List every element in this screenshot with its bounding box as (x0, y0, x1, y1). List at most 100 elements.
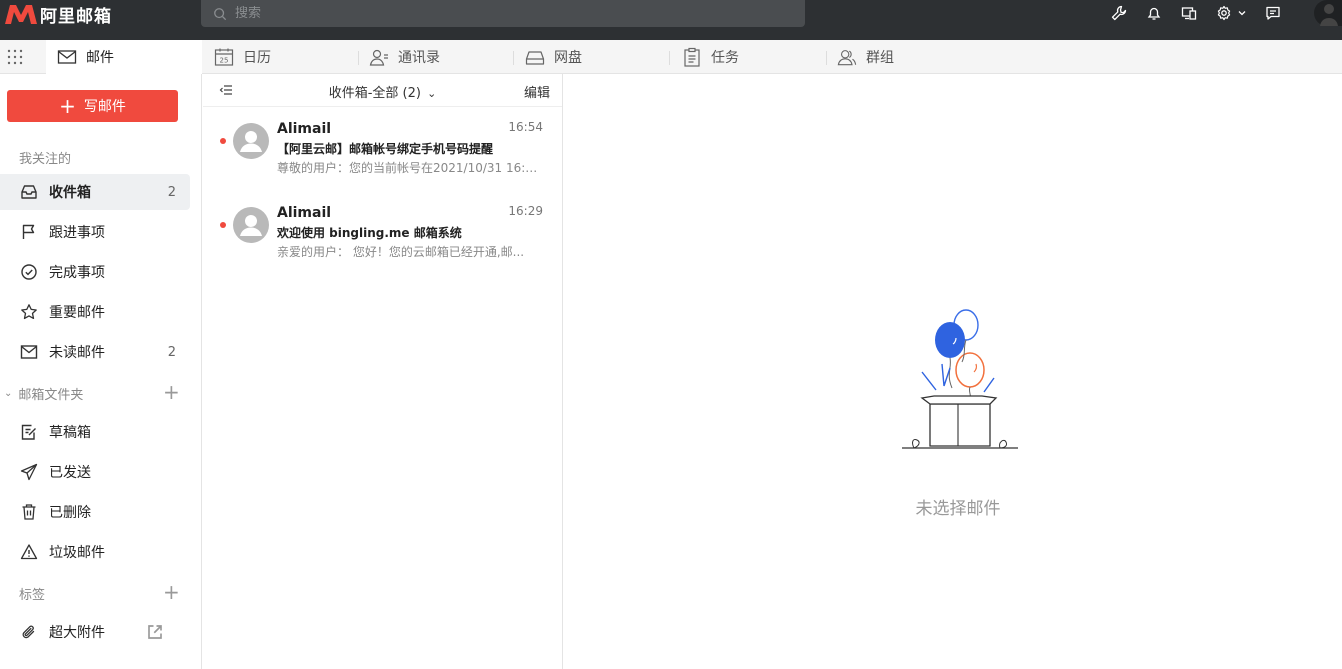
tab-label: 日历 (243, 50, 271, 66)
mail-list-header: 收件箱-全部 (2) ⌄ 编辑 (203, 74, 562, 107)
mail-preview: 亲爱的用户： 您好！您的云邮箱已经开通,邮... (277, 245, 525, 259)
folder-filter-label: 收件箱-全部 (2) (328, 86, 421, 101)
sidebar-item-label: 未读邮件 (49, 345, 105, 361)
mail-subject: 欢迎使用 bingling.me 邮箱系统 (277, 226, 462, 240)
app-logo[interactable]: 阿里邮箱 (4, 3, 112, 27)
wrench-icon[interactable] (1110, 4, 1128, 22)
star-icon (21, 304, 37, 320)
sender-avatar (233, 207, 269, 243)
disk-icon (525, 51, 545, 65)
sidebar-item-label: 已发送 (49, 465, 91, 481)
tab-calendar[interactable]: 25 日历 (214, 40, 271, 74)
sidebar-item-drafts[interactable]: 草稿箱 (0, 414, 190, 450)
user-avatar[interactable] (1314, 0, 1342, 26)
sidebar-item-label: 完成事项 (49, 265, 105, 281)
sidebar-item-inbox[interactable]: 收件箱 2 (0, 174, 190, 210)
sidebar-item-label: 超大附件 (49, 625, 105, 641)
section-heading: 我关注的 (19, 152, 72, 167)
unread-dot (220, 222, 226, 228)
edit-button[interactable]: 编辑 (524, 82, 550, 101)
add-tag-button[interactable]: + (163, 582, 180, 602)
sidebar-item-trash[interactable]: 已删除 (0, 494, 190, 530)
divider (826, 51, 827, 65)
sidebar-item-attachments[interactable]: 超大附件 (0, 614, 190, 650)
mail-list: 收件箱-全部 (2) ⌄ 编辑 Alimail 16:54 【阿里云邮】邮箱帐号… (203, 74, 563, 669)
sidebar-item-label: 重要邮件 (49, 305, 105, 321)
send-icon (20, 463, 38, 481)
sidebar-item-sent[interactable]: 已发送 (0, 454, 190, 490)
sidebar-item-starred[interactable]: 重要邮件 (0, 294, 190, 330)
external-link-icon (148, 625, 162, 639)
mail-item[interactable]: Alimail 16:29 欢迎使用 bingling.me 邮箱系统 亲爱的用… (203, 191, 563, 275)
tab-contacts[interactable]: 通讯录 (369, 40, 440, 74)
sidebar-item-label: 草稿箱 (49, 425, 91, 441)
draft-icon (21, 424, 36, 440)
chat-icon[interactable] (1264, 4, 1282, 22)
reading-pane: 未选择邮件 (564, 74, 1342, 669)
mail-time: 16:54 (508, 120, 543, 134)
tab-groups[interactable]: 群组 (837, 40, 894, 74)
tab-mail[interactable]: 邮件 (46, 40, 202, 74)
sidebar-item-label: 收件箱 (49, 185, 91, 201)
sidebar: + 写邮件 我关注的 收件箱 2 跟进事项 完成事项 重要邮件 未读邮件 2 ⌄… (0, 74, 202, 669)
chevron-down-icon: ⌄ (4, 388, 13, 399)
empty-state-text: 未选择邮件 (915, 499, 1001, 519)
group-icon (837, 50, 857, 66)
tab-label: 群组 (866, 50, 894, 66)
mail-sender: Alimail (277, 205, 332, 221)
sidebar-item-spam[interactable]: 垃圾邮件 (0, 534, 190, 570)
contacts-icon (369, 49, 388, 66)
compose-button[interactable]: + 写邮件 (7, 90, 178, 122)
search-box[interactable] (201, 0, 805, 27)
calendar-day: 25 (220, 57, 229, 65)
sidebar-item-done[interactable]: 完成事项 (0, 254, 190, 290)
unread-count: 2 (167, 344, 176, 360)
sidebar-item-followup[interactable]: 跟进事项 (0, 214, 190, 250)
tab-tasks[interactable]: 任务 (682, 40, 739, 74)
calendar-icon: 25 (214, 48, 234, 66)
envelope-icon (20, 345, 38, 359)
devices-icon[interactable] (1180, 4, 1198, 22)
sidebar-item-label: 已删除 (49, 505, 91, 521)
compose-label: 写邮件 (83, 99, 126, 115)
tab-label: 邮件 (86, 50, 114, 66)
module-nav: 邮件 25 日历 通讯录 网盘 任务 群组 (0, 40, 1342, 74)
section-heading: 标签 (19, 588, 46, 603)
inbox-icon (21, 185, 37, 199)
tab-disk[interactable]: 网盘 (525, 40, 582, 74)
mail-icon (57, 50, 77, 64)
apps-grid-icon[interactable] (7, 49, 23, 65)
check-circle-icon (21, 264, 37, 280)
add-folder-button[interactable]: + (163, 382, 180, 402)
divider (513, 51, 514, 65)
logo-m-icon (5, 5, 37, 24)
trash-icon (22, 504, 36, 520)
sidebar-item-unread[interactable]: 未读邮件 2 (0, 334, 190, 370)
divider (358, 51, 359, 65)
mail-sender: Alimail (277, 121, 332, 137)
balloon-box-illustration (902, 309, 1018, 449)
flag-icon (22, 224, 35, 239)
unread-count: 2 (167, 184, 176, 200)
logo-text: 阿里邮箱 (40, 6, 112, 27)
tab-label: 任务 (711, 50, 739, 66)
sidebar-item-label: 跟进事项 (49, 225, 105, 241)
sidebar-item-label: 垃圾邮件 (49, 545, 105, 561)
plus-icon: + (59, 94, 76, 118)
search-icon (214, 7, 227, 20)
search-input[interactable] (235, 6, 775, 21)
mail-preview: 尊敬的用户：您的当前帐号在2021/10/31 16:5... (277, 161, 539, 175)
tab-label: 通讯录 (398, 50, 440, 66)
tab-label: 网盘 (554, 50, 582, 66)
bell-icon[interactable] (1145, 4, 1163, 22)
folders-toggle[interactable]: ⌄ 邮箱文件夹 (4, 384, 83, 403)
gear-icon[interactable] (1215, 4, 1233, 22)
chevron-down-icon[interactable] (1237, 4, 1247, 22)
warning-icon (20, 544, 38, 560)
sender-avatar (233, 123, 269, 159)
mail-item[interactable]: Alimail 16:54 【阿里云邮】邮箱帐号绑定手机号码提醒 尊敬的用户：您… (203, 107, 563, 191)
mail-time: 16:29 (508, 204, 543, 218)
folder-filter-dropdown[interactable]: 收件箱-全部 (2) ⌄ (203, 82, 562, 101)
section-heading: 邮箱文件夹 (18, 388, 84, 403)
unread-dot (220, 138, 226, 144)
